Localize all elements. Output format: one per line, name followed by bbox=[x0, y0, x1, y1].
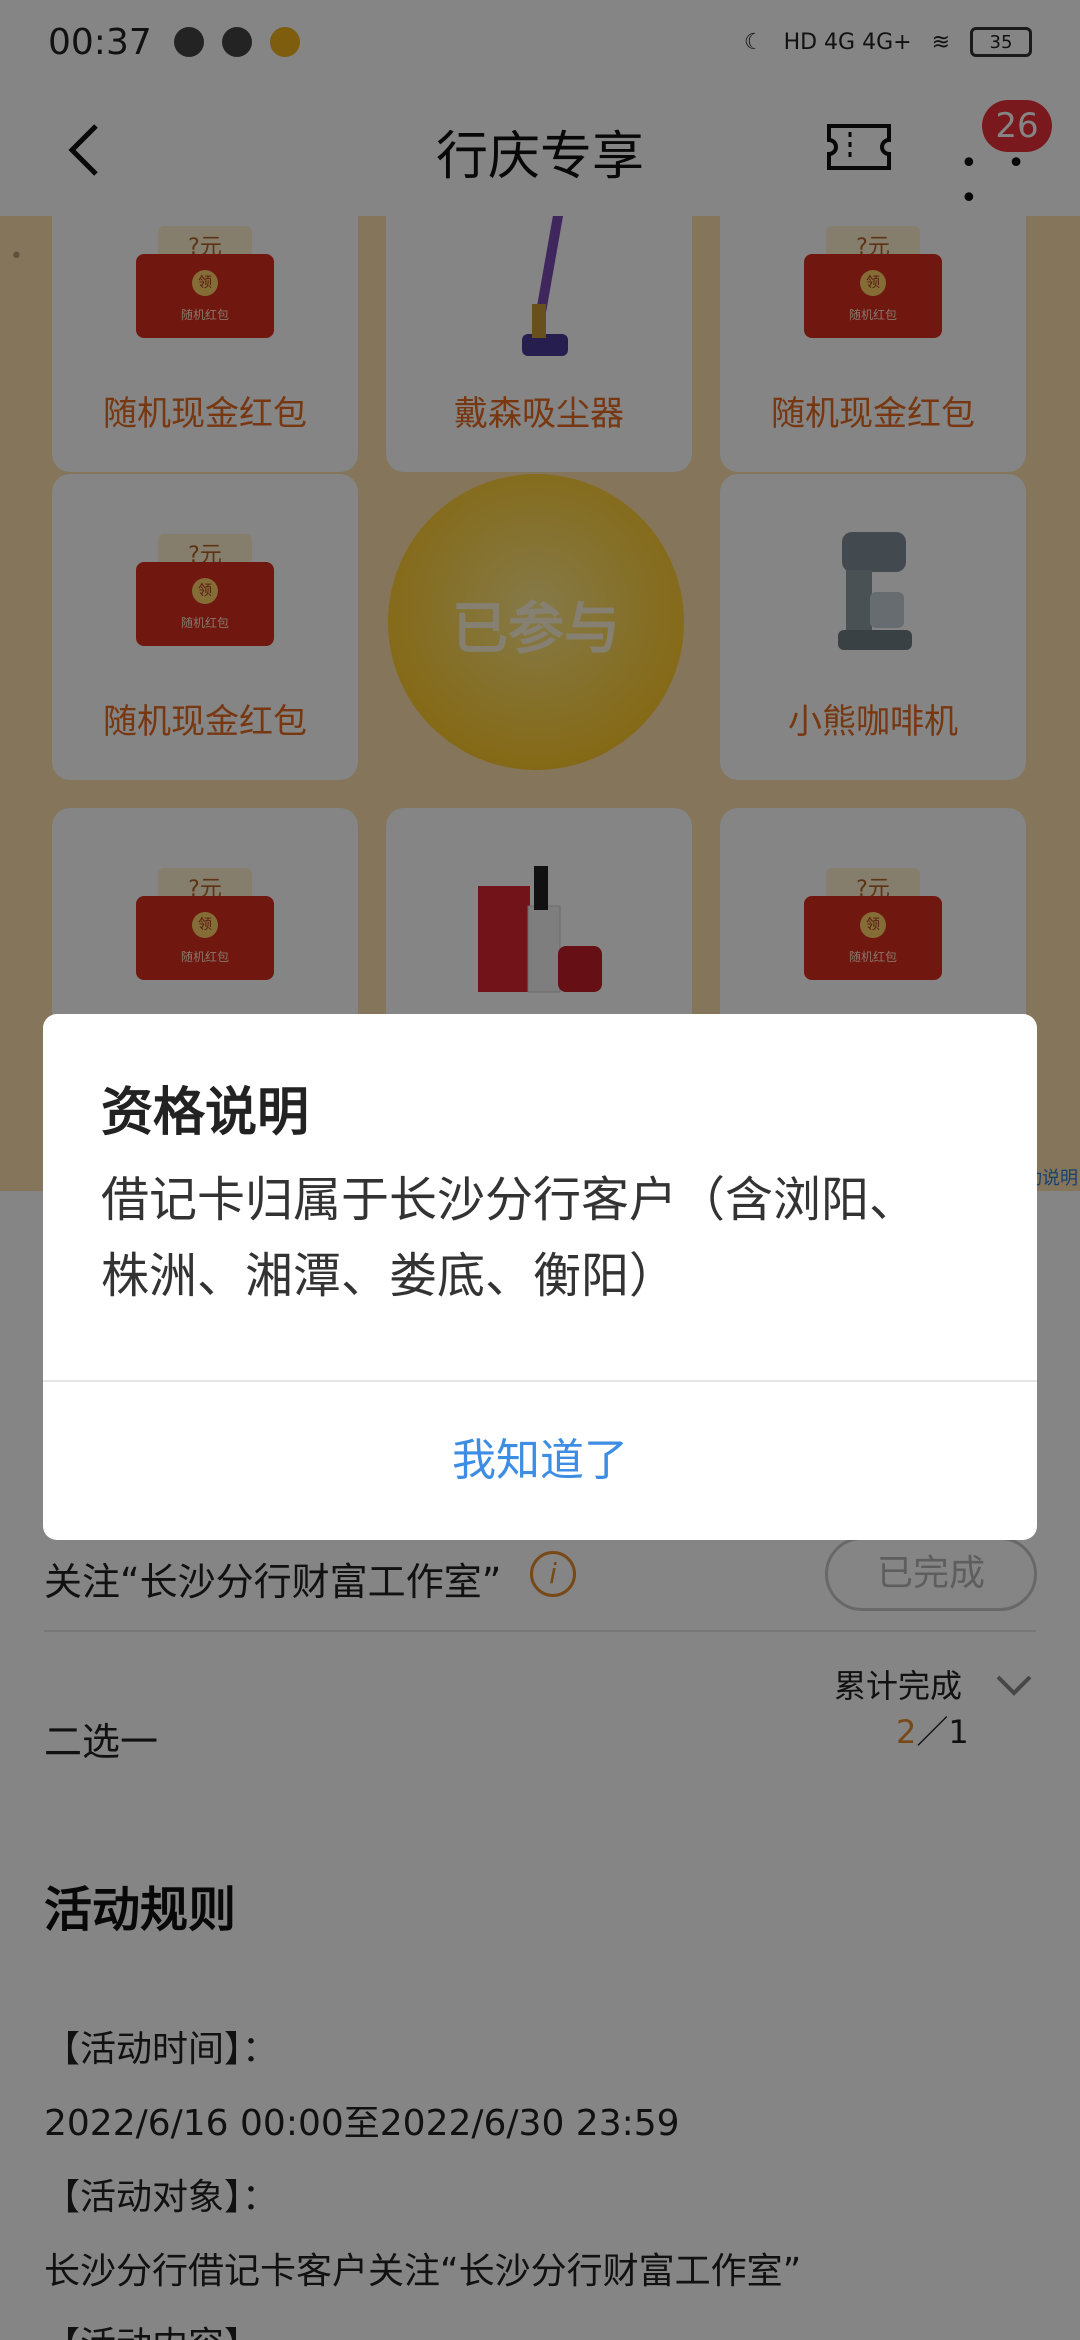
got-it-button[interactable]: 我知道了 bbox=[43, 1382, 1037, 1540]
eligibility-dialog: 资格说明 借记卡归属于长沙分行客户（含浏阳、株洲、湘潭、娄底、衡阳） 我知道了 bbox=[43, 1014, 1037, 1540]
dialog-body: 借记卡归属于长沙分行客户（含浏阳、株洲、湘潭、娄底、衡阳） bbox=[101, 1172, 918, 1304]
dialog-title: 资格说明 bbox=[101, 1083, 310, 1143]
